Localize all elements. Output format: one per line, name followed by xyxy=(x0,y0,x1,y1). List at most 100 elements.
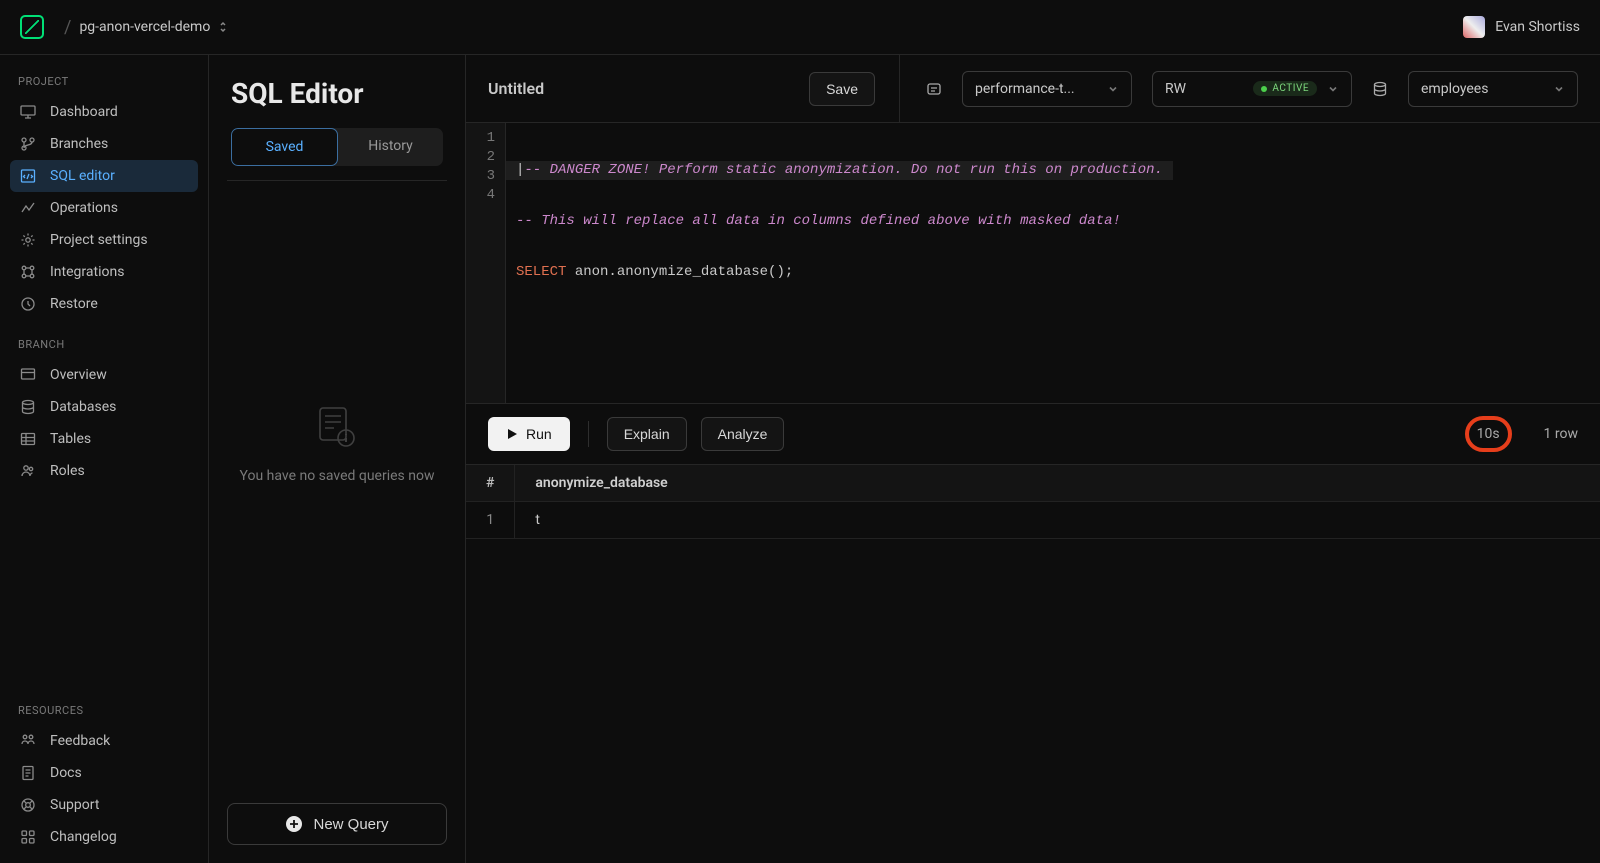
code-area[interactable]: |-- DANGER ZONE! Perform static anonymiz… xyxy=(506,123,1173,403)
editor-header: Untitled Save performance-t... RW ACTIVE xyxy=(466,55,1600,123)
plus-circle-icon xyxy=(285,815,303,833)
database-icon xyxy=(20,399,36,415)
queries-panel: SQL Editor Saved History You have no sav… xyxy=(209,55,466,863)
sidebar-item-integrations[interactable]: Integrations xyxy=(10,256,198,288)
chevron-down-icon xyxy=(1327,83,1339,95)
support-icon xyxy=(20,797,36,813)
sidebar-item-branches[interactable]: Branches xyxy=(10,128,198,160)
code-editor[interactable]: 1234 |-- DANGER ZONE! Perform static ano… xyxy=(466,123,1600,403)
avatar[interactable] xyxy=(1463,16,1485,38)
empty-icon xyxy=(312,402,362,452)
empty-text: You have no saved queries now xyxy=(240,468,435,484)
queries-tabs: Saved History xyxy=(231,128,443,166)
run-label: Run xyxy=(526,426,552,442)
branch-dropdown[interactable]: performance-t... xyxy=(962,71,1132,107)
chevron-down-icon xyxy=(1107,83,1119,95)
sidebar-item-label: Docs xyxy=(50,765,82,781)
sidebar-item-label: Changelog xyxy=(50,829,117,845)
sidebar-item-label: Project settings xyxy=(50,232,148,248)
roles-icon xyxy=(20,463,36,479)
sidebar-item-operations[interactable]: Operations xyxy=(10,192,198,224)
explain-button[interactable]: Explain xyxy=(607,417,687,451)
sidebar-item-dashboard[interactable]: Dashboard xyxy=(10,96,198,128)
status-badge: ACTIVE xyxy=(1253,81,1317,96)
project-switch-icon[interactable] xyxy=(218,20,228,34)
section-label-branch: BRANCH xyxy=(18,338,198,351)
tab-history[interactable]: History xyxy=(338,128,443,166)
code-icon xyxy=(20,168,36,184)
sidebar-item-roles[interactable]: Roles xyxy=(10,455,198,487)
sidebar-item-label: Restore xyxy=(50,296,98,312)
sidebar-item-support[interactable]: Support xyxy=(10,789,198,821)
sidebar: PROJECT Dashboard Branches SQL editor Op… xyxy=(0,55,209,863)
topbar: / pg-anon-vercel-demo Evan Shortiss xyxy=(0,0,1600,55)
docs-icon xyxy=(20,765,36,781)
section-label-project: PROJECT xyxy=(18,75,198,88)
monitor-icon xyxy=(20,104,36,120)
empty-state: You have no saved queries now xyxy=(209,181,465,785)
line-gutter: 1234 xyxy=(466,123,506,403)
sidebar-item-project-settings[interactable]: Project settings xyxy=(10,224,198,256)
integrations-icon xyxy=(20,264,36,280)
sidebar-item-tables[interactable]: Tables xyxy=(10,423,198,455)
sidebar-item-docs[interactable]: Docs xyxy=(10,757,198,789)
sidebar-item-label: Roles xyxy=(50,463,85,479)
table-row: 1 t xyxy=(466,502,1600,539)
new-query-button[interactable]: New Query xyxy=(227,803,447,845)
run-button[interactable]: Run xyxy=(488,417,570,451)
col-index: # xyxy=(466,465,515,502)
gear-icon xyxy=(20,232,36,248)
sidebar-item-overview[interactable]: Overview xyxy=(10,359,198,391)
sidebar-item-restore[interactable]: Restore xyxy=(10,288,198,320)
sidebar-item-changelog[interactable]: Changelog xyxy=(10,821,198,853)
main: Untitled Save performance-t... RW ACTIVE xyxy=(466,55,1600,863)
branch-selected: performance-t... xyxy=(975,81,1097,97)
sidebar-item-label: Branches xyxy=(50,136,108,152)
branch-icon xyxy=(926,81,942,97)
sidebar-item-feedback[interactable]: Feedback xyxy=(10,725,198,757)
new-query-label: New Query xyxy=(313,816,388,833)
chevron-down-icon xyxy=(1553,83,1565,95)
col-header: anonymize_database xyxy=(515,465,1600,502)
sidebar-item-label: SQL editor xyxy=(50,168,115,184)
operations-icon xyxy=(20,200,36,216)
sidebar-item-label: Integrations xyxy=(50,264,124,280)
feedback-icon xyxy=(20,733,36,749)
sidebar-item-label: Feedback xyxy=(50,733,110,749)
database-icon xyxy=(1372,81,1388,97)
sidebar-item-label: Tables xyxy=(50,431,91,447)
breadcrumb-slash: / xyxy=(64,17,71,38)
sidebar-item-databases[interactable]: Databases xyxy=(10,391,198,423)
mode-dropdown[interactable]: RW ACTIVE xyxy=(1152,71,1352,107)
row-count: 1 row xyxy=(1544,426,1578,442)
section-label-resources: RESOURCES xyxy=(18,704,198,717)
query-timing: 10s xyxy=(1465,416,1512,452)
file-title: Untitled xyxy=(488,79,544,98)
sidebar-item-label: Dashboard xyxy=(50,104,118,120)
cell-index: 1 xyxy=(466,502,515,539)
sidebar-item-sql-editor[interactable]: SQL editor xyxy=(10,160,198,192)
username: Evan Shortiss xyxy=(1495,19,1580,35)
results-table: # anonymize_database 1 t xyxy=(466,465,1600,863)
restore-icon xyxy=(20,296,36,312)
tab-saved[interactable]: Saved xyxy=(231,128,338,166)
neon-logo[interactable] xyxy=(20,15,44,39)
table-icon xyxy=(20,431,36,447)
database-dropdown[interactable]: employees xyxy=(1408,71,1578,107)
mode-label: RW xyxy=(1165,81,1186,97)
table-header-row: # anonymize_database xyxy=(466,465,1600,502)
panel-title: SQL Editor xyxy=(209,55,465,128)
sidebar-item-label: Overview xyxy=(50,367,107,383)
database-selected: employees xyxy=(1421,81,1488,97)
cell-value: t xyxy=(515,502,1600,539)
sidebar-item-label: Support xyxy=(50,797,99,813)
project-name[interactable]: pg-anon-vercel-demo xyxy=(79,19,210,35)
sidebar-item-label: Databases xyxy=(50,399,116,415)
branch-icon xyxy=(20,136,36,152)
overview-icon xyxy=(20,367,36,383)
run-bar: Run Explain Analyze 10s 1 row xyxy=(466,403,1600,465)
sidebar-item-label: Operations xyxy=(50,200,118,216)
play-icon xyxy=(506,428,518,440)
analyze-button[interactable]: Analyze xyxy=(701,417,785,451)
save-button[interactable]: Save xyxy=(809,72,875,106)
